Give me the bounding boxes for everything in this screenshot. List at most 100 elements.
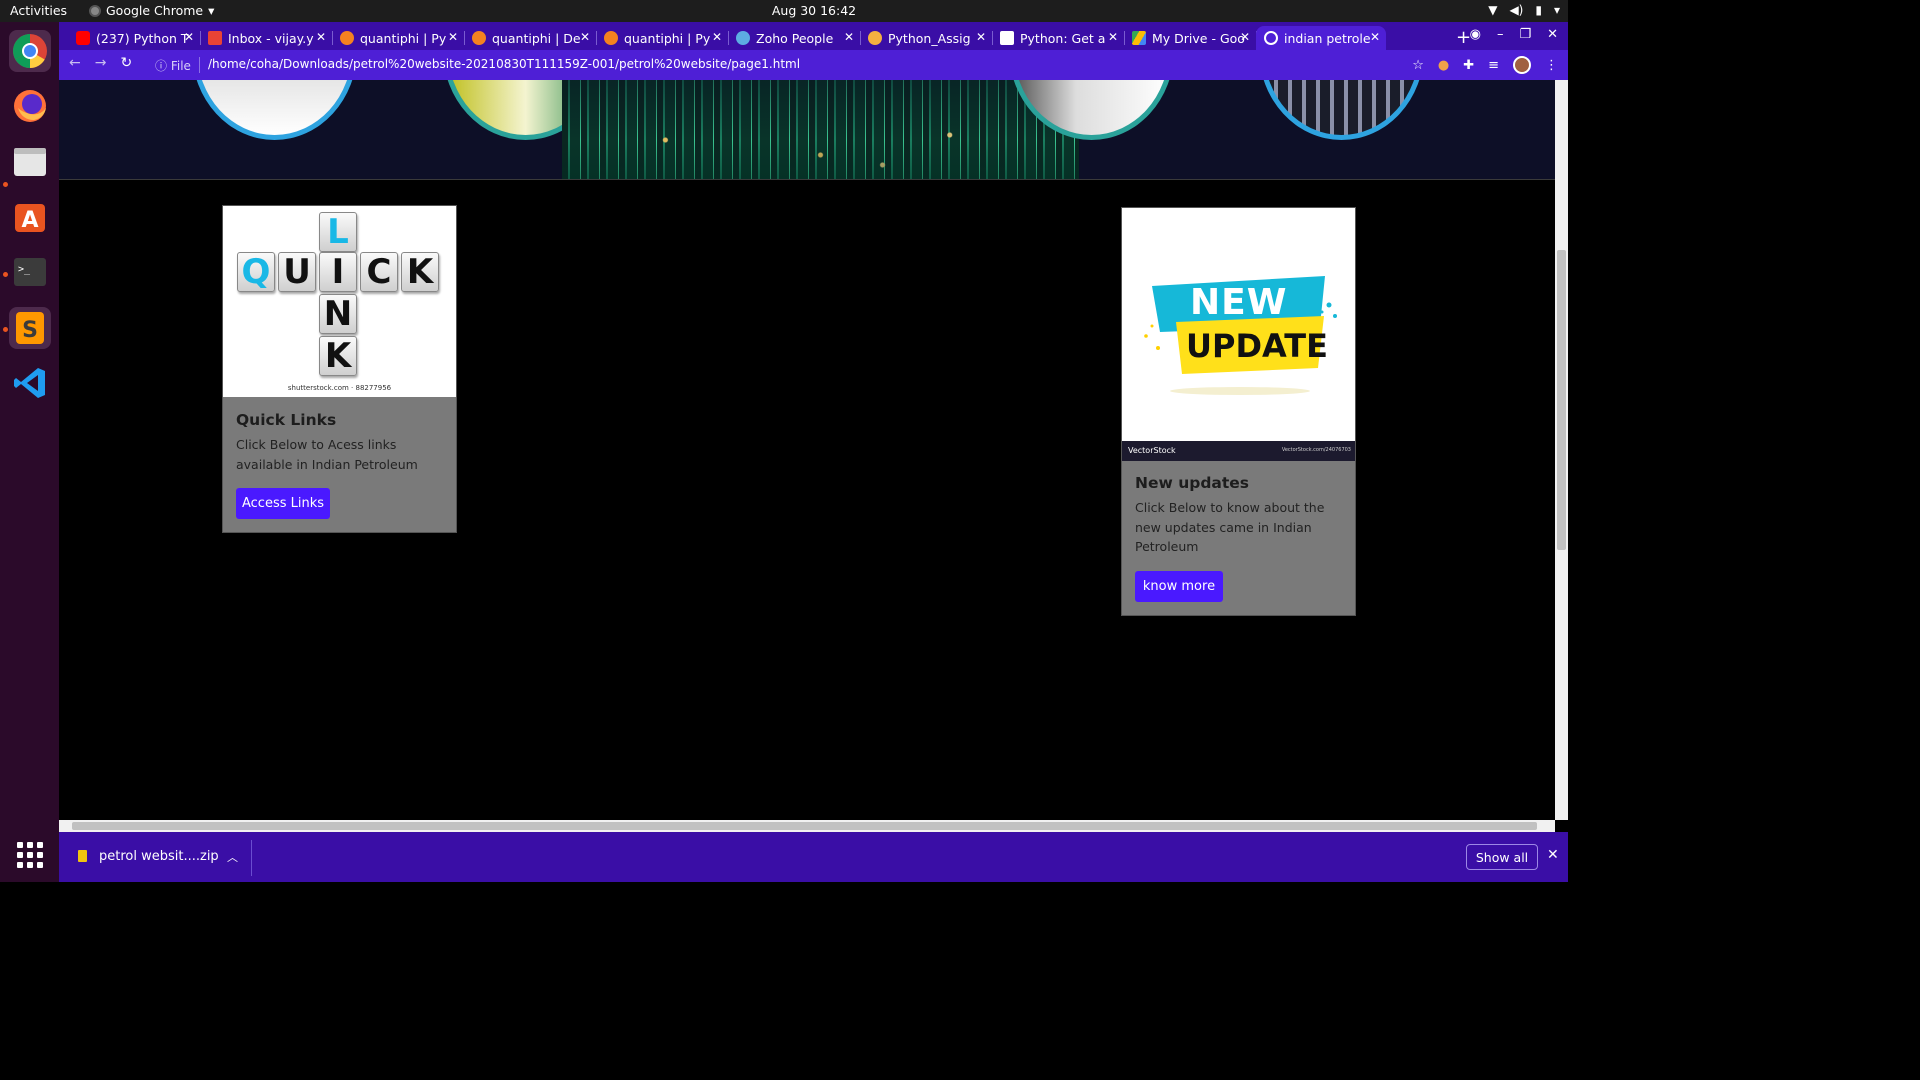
clock[interactable]: Aug 30 16:42 [0,3,1568,18]
letter-tile: N [319,294,357,334]
card-text: Click Below to know about the new update… [1135,500,1325,554]
youtube-icon [76,31,90,45]
tab[interactable]: quantiphi | Py ✕ [596,26,729,50]
quantiphi-icon [604,31,618,45]
svg-text:S: S [22,318,38,343]
vscode-dock-icon[interactable] [9,362,51,404]
tab[interactable]: quantiphi | De ✕ [464,26,597,50]
close-tab-icon[interactable]: ✕ [844,30,854,44]
extensions-puzzle-icon[interactable]: ✚ [1463,58,1474,73]
banner-update-text: UPDATE [1186,327,1328,365]
close-tab-icon[interactable]: ✕ [448,30,458,44]
tab[interactable]: Zoho People ✕ [728,26,861,50]
forward-icon[interactable]: → [95,55,107,71]
caret-down-icon: ▾ [1553,3,1560,17]
scroll-thumb[interactable] [1557,250,1566,550]
back-icon[interactable]: ← [69,55,81,71]
tab[interactable]: Python: Get a ✕ [992,26,1125,50]
access-links-button[interactable]: Access Links [236,488,330,519]
letter-tile: K [401,252,439,292]
letter-tile: U [278,252,316,292]
battery-icon: ▮ [1535,3,1542,17]
horizontal-scrollbar[interactable] [59,820,1555,832]
new-updates-card: NEW UPDATE VectorStock VectorStock.com/2… [1121,207,1356,616]
minimize-icon[interactable]: – [1497,27,1504,42]
svg-text:>_: >_ [18,264,31,275]
tab-search-icon[interactable]: ◉ [1470,27,1481,42]
system-tray[interactable]: ▼ ◀) ▮ ▾ [1488,3,1560,17]
image-credit: VectorStock [1128,446,1176,455]
download-shelf: petrol websit....zip ︿ Show all ✕ [59,832,1568,882]
menu-kebab-icon[interactable]: ⋮ [1545,58,1558,73]
show-all-button[interactable]: Show all [1466,844,1538,870]
know-more-button[interactable]: know more [1135,571,1223,602]
software-center-dock-icon[interactable]: A [9,196,51,238]
cookie-extension-icon[interactable]: ● [1438,58,1449,73]
files-dock-icon[interactable] [9,140,51,182]
toolbar-right-icons: ☆ ● ✚ ≡ ⋮ [1412,56,1558,74]
tab-active[interactable]: indian petrole ✕ [1256,26,1386,50]
tab[interactable]: My Drive - Goo ✕ [1124,26,1257,50]
letter-tile: K [319,336,357,376]
show-apps-icon[interactable] [17,842,43,868]
tab-strip: (237) Python T ✕ Inbox - vijay.y ✕ quant… [59,22,1568,50]
web-page: L Q U I C K N K shutterstock.com · 88277… [59,80,1555,820]
scroll-thumb[interactable] [72,822,1537,830]
close-shelf-icon[interactable]: ✕ [1547,847,1559,863]
screen: Activities Google Chrome ▾ Aug 30 16:42 … [0,0,1568,882]
colab-icon [868,31,882,45]
sublime-text-dock-icon[interactable]: S [9,307,51,349]
media-queue-icon[interactable]: ≡ [1488,58,1499,73]
card-text: Click Below to Acess links available in … [236,437,418,472]
banner-new-text: NEW [1190,282,1288,323]
profile-avatar[interactable] [1513,56,1531,74]
letter-tile: L [319,212,357,252]
reload-icon[interactable]: ↻ [120,55,132,71]
close-tab-icon[interactable]: ✕ [976,30,986,44]
letter-tile: I [319,252,357,292]
chrome-dock-icon[interactable] [9,30,51,72]
dock: A >_ S [0,22,59,882]
quantiphi-icon [472,31,486,45]
restore-icon[interactable]: ❐ [1519,27,1531,42]
chevron-up-icon[interactable]: ︿ [227,849,238,865]
firefox-dock-icon[interactable] [9,85,51,127]
zoho-icon [736,31,750,45]
site-info-button[interactable]: ⓘ File [155,57,191,74]
hero-circle-image [1259,80,1424,140]
new-update-image: NEW UPDATE VectorStock VectorStock.com/2… [1122,208,1355,461]
nav-buttons: ← → ↻ [69,55,132,71]
window-controls: ◉ – ❐ ✕ [1470,27,1558,42]
close-window-icon[interactable]: ✕ [1547,27,1558,42]
gmail-icon [208,31,222,45]
card-title: Quick Links [236,411,337,429]
bookmark-star-icon[interactable]: ☆ [1412,58,1424,73]
close-tab-icon[interactable]: ✕ [316,30,326,44]
hero-banner [59,80,1555,180]
quick-link-image: L Q U I C K N K shutterstock.com · 88277… [223,206,456,397]
tab[interactable]: Python_Assig ✕ [860,26,993,50]
download-filename[interactable]: petrol websit....zip [99,849,219,864]
letter-tile: C [360,252,398,292]
close-tab-icon[interactable]: ✕ [712,30,722,44]
tab[interactable]: (237) Python T ✕ [68,26,201,50]
quantiphi-icon [340,31,354,45]
volume-icon: ◀) [1509,3,1524,17]
close-tab-icon[interactable]: ✕ [1370,30,1380,44]
tab[interactable]: quantiphi | Py ✕ [332,26,465,50]
letter-tile: Q [237,252,275,292]
w3-icon [1000,31,1014,45]
card-title: New updates [1135,474,1250,492]
address-input[interactable]: /home/coha/Downloads/petrol%20website-20… [208,57,800,71]
tab[interactable]: Inbox - vijay.y ✕ [200,26,333,50]
close-tab-icon[interactable]: ✕ [1108,30,1118,44]
vertical-scrollbar[interactable] [1555,80,1568,820]
scheme-label: File [170,59,191,73]
close-tab-icon[interactable]: ✕ [1240,30,1250,44]
terminal-dock-icon[interactable]: >_ [9,251,51,293]
wifi-icon: ▼ [1488,3,1498,17]
close-tab-icon[interactable]: ✕ [580,30,590,44]
image-credit: shutterstock.com · 88277956 [287,384,392,392]
vectorstock-footer: VectorStock VectorStock.com/24076703 [1122,441,1355,461]
close-tab-icon[interactable]: ✕ [184,30,194,44]
